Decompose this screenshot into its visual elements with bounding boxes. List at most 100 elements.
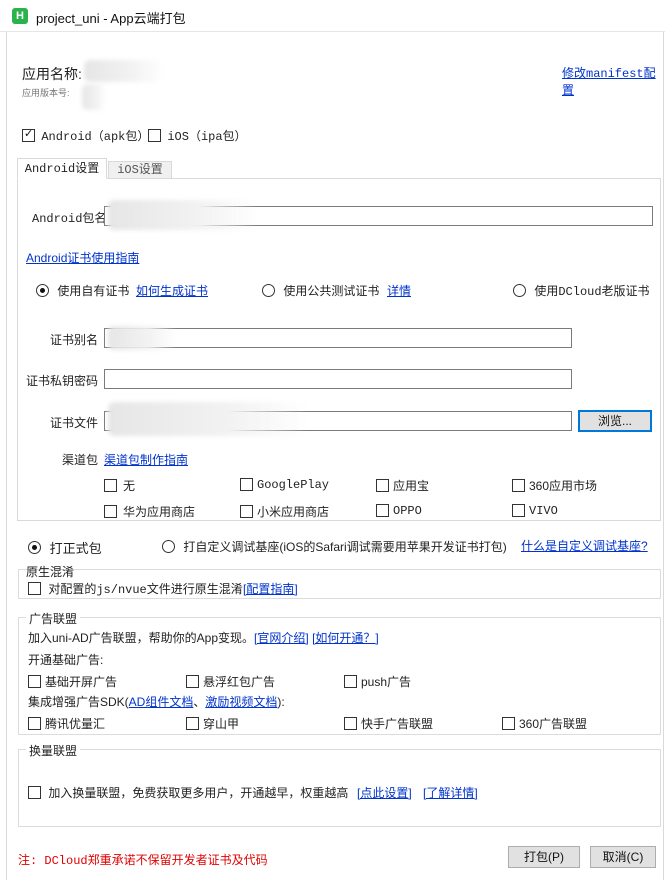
ad-union-how-to-join-link[interactable]: [如何开通？] [312,631,379,645]
ad-sdk-pangle-label: 穿山甲 [203,717,240,731]
android-platform-checkbox[interactable]: Android（apk包） [22,127,149,144]
channel-label: 渠道包 [62,453,99,467]
cert-file-redacted [108,402,308,436]
build-formal-label: 打正式包 [49,541,102,556]
exchange-union-label: 加入换量联盟，免费获取更多用户，开通越早，权重越高 [48,786,349,800]
public-cert-details-link[interactable]: 详情 [387,282,411,299]
ad-sdk-title-suffix: ): [277,695,285,709]
ad-basic-push-label: push广告 [361,675,412,689]
cert-alias-label: 证书别名 [50,333,99,347]
channel-xiaomi-checkbox[interactable] [240,505,253,518]
ad-basic-push-checkbox[interactable] [344,675,357,688]
public-test-cert-label: 使用公共测试证书 [283,284,380,298]
public-test-cert-radio[interactable] [262,284,275,297]
cancel-button[interactable]: 取消(C) [590,846,656,868]
ad-sdk-tencent[interactable]: 腾讯优量汇 [28,715,105,732]
exchange-union-title: 换量联盟 [26,742,81,759]
ad-basic-redpacket-checkbox[interactable] [186,675,199,688]
channel-huawei-checkbox[interactable] [104,505,117,518]
android-cert-guide-link[interactable]: Android证书使用指南 [26,249,139,266]
modify-manifest-link[interactable]: 修改manifest配置 [562,64,665,98]
hbuilder-app-icon: H [12,8,28,24]
channel-yingyongbao[interactable]: 应用宝 [376,477,429,494]
ios-checkbox-box[interactable] [148,129,161,142]
native-obfuscation-option[interactable]: 对配置的js/nvue文件进行原生混淆 [28,580,243,597]
rewarded-video-doc-link[interactable]: 激励视频文档 [205,695,277,709]
ad-basic-redpacket-label: 悬浮红包广告 [203,675,276,689]
android-checkbox-box[interactable] [22,127,35,142]
own-cert-radio[interactable] [36,284,49,297]
app-version-label: 应用版本号: [22,88,70,98]
channel-none-checkbox[interactable] [104,479,117,492]
exchange-union-checkbox[interactable] [28,786,41,799]
exchange-union-details-link[interactable]: [了解详情] [423,784,478,801]
ad-basic-splash-checkbox[interactable] [28,675,41,688]
cert-password-input[interactable] [104,369,572,389]
build-custom-base-radio[interactable] [162,540,175,553]
channel-googleplay-label: GooglePlay [257,477,330,492]
ad-sdk-pangle-checkbox[interactable] [186,717,199,730]
channel-vivo-checkbox[interactable] [512,504,525,518]
ad-sdk-pangle[interactable]: 穿山甲 [186,715,239,732]
channel-oppo[interactable]: OPPO [376,503,422,518]
channel-googleplay[interactable]: GooglePlay [240,477,329,492]
cert-option-own[interactable]: 使用自有证书 [36,282,129,299]
channel-vivo-label: VIVO [529,503,558,518]
channel-none-label: 无 [123,479,136,493]
browse-button[interactable]: 浏览... [578,410,652,432]
ad-union-official-link[interactable]: [官网介绍] [254,631,309,645]
cert-option-public-test[interactable]: 使用公共测试证书 [262,282,379,299]
tab-android-settings[interactable]: Android设置 [17,158,107,179]
cert-alias-redacted [108,326,176,350]
how-to-generate-cert-link[interactable]: 如何生成证书 [136,282,208,299]
exchange-union-settings-link[interactable]: [点此设置] [357,784,412,801]
ad-sdk-kuaishou-checkbox[interactable] [344,717,357,730]
what-is-custom-base-link[interactable]: 什么是自定义调试基座? [521,537,648,554]
tab-ios-settings[interactable]: iOS设置 [108,161,172,179]
ad-basic-splash[interactable]: 基础开屏广告 [28,673,117,690]
ad-basic-push[interactable]: push广告 [344,673,411,690]
native-obfuscation-guide-link[interactable]: [配置指南] [243,580,298,597]
channel-guide-link[interactable]: 渠道包制作指南 [104,451,188,468]
build-formal-option[interactable]: 打正式包 [28,538,102,557]
pack-button[interactable]: 打包(P) [508,846,580,868]
channel-oppo-label: OPPO [393,503,422,518]
channel-vivo[interactable]: VIVO [512,503,558,518]
ios-checkbox-label: iOS（ipa包） [167,130,247,144]
channel-yingyongbao-checkbox[interactable] [376,479,389,492]
app-name-label: 应用名称: [22,66,82,82]
build-formal-radio[interactable] [28,541,41,554]
channel-xiaomi-label: 小米应用商店 [257,505,330,519]
channel-360-label: 360应用市场 [529,479,598,493]
ad-sdk-title: 集成增强广告SDK(AD组件文档、激励视频文档): [28,693,285,710]
channel-360-checkbox[interactable] [512,479,525,492]
native-obfuscation-title: 原生混淆 [26,565,75,579]
ad-component-doc-link[interactable]: AD组件文档 [129,695,194,709]
ad-union-intro: 加入uni-AD广告联盟，帮助你的App变现。[官网介绍] [如何开通？] [28,629,379,646]
ad-basic-redpacket[interactable]: 悬浮红包广告 [186,673,275,690]
ad-union-intro-text: 加入uni-AD广告联盟，帮助你的App变现。 [28,631,255,645]
channel-huawei[interactable]: 华为应用商店 [104,503,195,520]
ad-sdk-360[interactable]: 360广告联盟 [502,715,587,732]
cert-option-dcloud-old[interactable]: 使用DCloud老版证书 [513,282,650,299]
channel-none[interactable]: 无 [104,477,135,494]
build-custom-base-option[interactable]: 打自定义调试基座(iOS的Safari调试需要用苹果开发证书打包) [162,538,507,555]
build-custom-base-label: 打自定义调试基座(iOS的Safari调试需要用苹果开发证书打包) [183,540,507,554]
dcloud-old-cert-label: 使用DCloud老版证书 [534,285,650,299]
ad-sdk-tencent-checkbox[interactable] [28,717,41,730]
ad-sdk-sep: 、 [193,695,206,709]
channel-xiaomi[interactable]: 小米应用商店 [240,503,329,520]
channel-googleplay-checkbox[interactable] [240,478,253,492]
channel-oppo-checkbox[interactable] [376,504,389,518]
app-version-redacted [82,84,106,110]
ios-platform-checkbox[interactable]: iOS（ipa包） [148,127,247,144]
exchange-union-option[interactable]: 加入换量联盟，免费获取更多用户，开通越早，权重越高 [28,784,348,801]
channel-360[interactable]: 360应用市场 [512,477,597,494]
ad-sdk-360-checkbox[interactable] [502,717,515,730]
ad-sdk-kuaishou[interactable]: 快手广告联盟 [344,715,433,732]
dcloud-old-cert-radio[interactable] [513,284,526,297]
ad-sdk-kuaishou-label: 快手广告联盟 [361,717,434,731]
native-obfuscation-checkbox[interactable] [28,582,41,595]
ad-basic-splash-label: 基础开屏广告 [45,675,118,689]
ad-union-title: 广告联盟 [26,610,81,627]
